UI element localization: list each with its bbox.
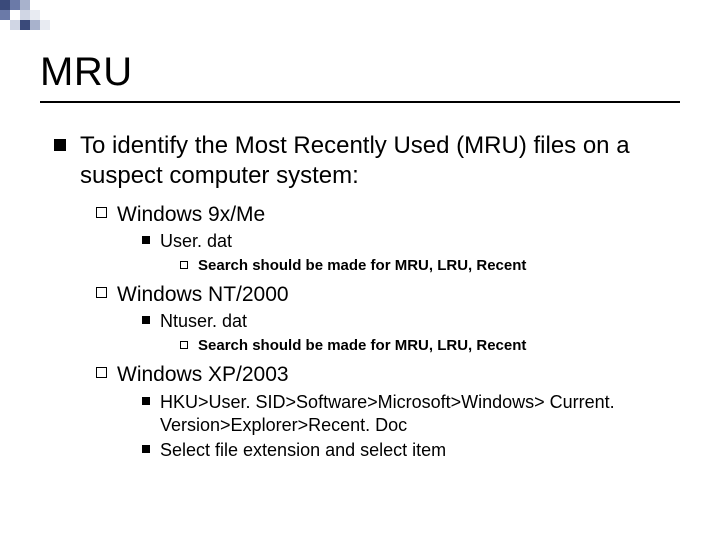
small-square-bullet-icon (142, 445, 150, 453)
os-section: Windows 9x/Me (96, 201, 680, 228)
slide-title: MRU (40, 50, 680, 95)
note-text: Search should be made for MRU, LRU, Rece… (198, 256, 526, 276)
hollow-square-bullet-icon (96, 287, 107, 298)
os-section: Windows NT/2000 (96, 281, 680, 308)
os-label: Windows XP/2003 (117, 361, 289, 388)
hollow-square-bullet-icon (96, 207, 107, 218)
main-point: To identify the Most Recently Used (MRU)… (54, 131, 680, 191)
corner-decoration (0, 0, 80, 30)
hollow-small-square-bullet-icon (180, 261, 188, 269)
os-section: Windows XP/2003 (96, 361, 680, 388)
small-square-bullet-icon (142, 236, 150, 244)
file-item: Ntuser. dat (142, 310, 680, 333)
os-label: Windows 9x/Me (117, 201, 265, 228)
square-bullet-icon (54, 139, 66, 151)
step-text: HKU>User. SID>Software>Microsoft>Windows… (160, 391, 680, 438)
step-item: Select file extension and select item (142, 439, 680, 462)
slide-content: MRU To identify the Most Recently Used (… (0, 0, 720, 485)
note-text: Search should be made for MRU, LRU, Rece… (198, 336, 526, 356)
note-item: Search should be made for MRU, LRU, Rece… (180, 256, 680, 276)
hollow-square-bullet-icon (96, 367, 107, 378)
main-point-text: To identify the Most Recently Used (MRU)… (80, 131, 680, 191)
file-item: User. dat (142, 230, 680, 253)
file-label: Ntuser. dat (160, 310, 247, 333)
small-square-bullet-icon (142, 397, 150, 405)
step-text: Select file extension and select item (160, 439, 446, 462)
hollow-small-square-bullet-icon (180, 341, 188, 349)
os-label: Windows NT/2000 (117, 281, 289, 308)
small-square-bullet-icon (142, 316, 150, 324)
file-label: User. dat (160, 230, 232, 253)
note-item: Search should be made for MRU, LRU, Rece… (180, 336, 680, 356)
title-rule (40, 101, 680, 103)
step-item: HKU>User. SID>Software>Microsoft>Windows… (142, 391, 680, 438)
